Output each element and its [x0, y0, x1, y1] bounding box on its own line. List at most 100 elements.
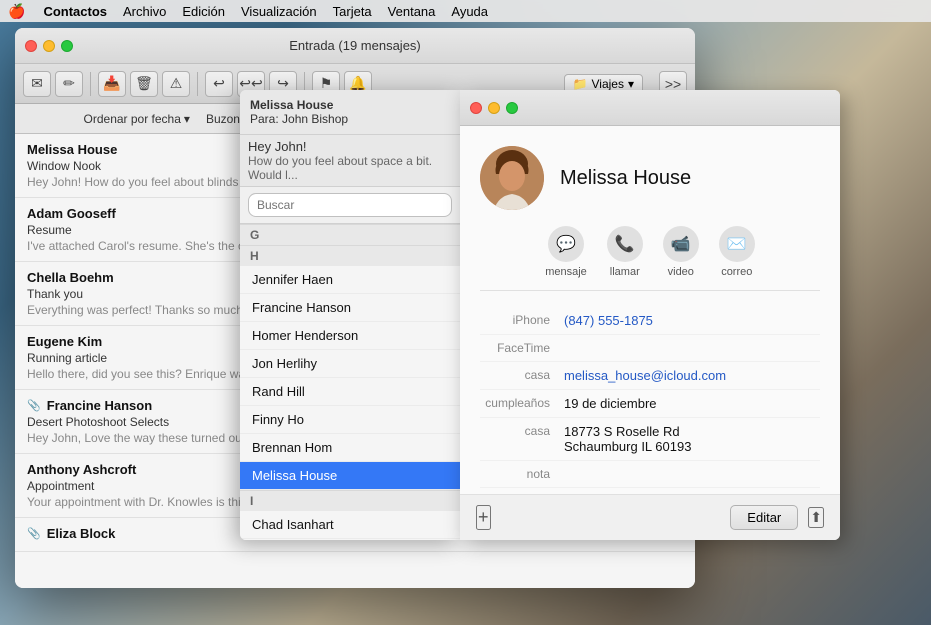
field-facetime: FaceTime [480, 335, 820, 362]
field-email: casa melissa_house@icloud.com [480, 362, 820, 390]
field-label-birthday: cumpleaños [480, 396, 560, 411]
correo-icon: ✉️ [719, 226, 755, 262]
close-button[interactable] [25, 40, 37, 52]
action-mensaje[interactable]: 💬 mensaje [545, 226, 587, 278]
field-value-email[interactable]: melissa_house@icloud.com [564, 368, 820, 383]
attachment-icon: 📎 [27, 527, 41, 540]
action-label-video: video [668, 266, 694, 278]
get-mail-button[interactable]: ✉ [23, 71, 51, 97]
mail-window-title: Entrada (19 mensajes) [289, 38, 421, 53]
card-minimize-button[interactable] [488, 102, 500, 114]
avatar [480, 146, 544, 210]
menu-archivo[interactable]: Archivo [115, 2, 174, 21]
card-maximize-button[interactable] [506, 102, 518, 114]
mail-sender: Anthony Ashcroft [27, 462, 136, 477]
contacts-list: G H Jennifer Haen Francine Hanson Homer … [240, 224, 460, 540]
action-video[interactable]: 📹 video [663, 226, 699, 278]
to-label: Para: [250, 112, 279, 126]
card-header: Melissa House [480, 146, 820, 210]
card-close-button[interactable] [470, 102, 482, 114]
field-label-email: casa [480, 368, 560, 383]
contact-finny-ho[interactable]: Finny Ho [240, 406, 460, 434]
contacts-search [240, 187, 460, 224]
section-header-h: H [240, 245, 460, 266]
card-body: Melissa House 💬 mensaje 📞 llamar 📹 video… [460, 126, 840, 494]
field-value-note [564, 467, 820, 481]
mail-titlebar: Entrada (19 mensajes) [15, 28, 695, 64]
action-label-correo: correo [721, 266, 752, 278]
compose-greeting: Hey John! [248, 139, 452, 154]
contact-card: Melissa House 💬 mensaje 📞 llamar 📹 video… [460, 90, 840, 540]
menu-edicion[interactable]: Edición [174, 2, 233, 21]
contacts-panel: Melissa House Para: John Bishop Hey John… [240, 90, 460, 540]
minimize-button[interactable] [43, 40, 55, 52]
contact-jon-herlihy[interactable]: Jon Herlihy [240, 350, 460, 378]
menubar: 🍎 Contactos Archivo Edición Visualizació… [0, 0, 931, 22]
field-address: casa 18773 S Roselle RdSchaumburg IL 601… [480, 418, 820, 461]
mail-sender: Chella Boehm [27, 270, 114, 285]
mail-sender: Melissa House [27, 142, 117, 157]
card-titlebar [460, 90, 840, 126]
sort-chevron: ▾ [184, 112, 190, 126]
junk-button[interactable]: ⚠ [162, 71, 190, 97]
sort-label: Ordenar por fecha [84, 112, 181, 126]
card-actions: 💬 mensaje 📞 llamar 📹 video ✉️ correo [480, 226, 820, 291]
toolbar-divider-2 [197, 72, 198, 96]
field-value-facetime [564, 341, 820, 355]
section-header-i: I [240, 490, 460, 511]
compose-button[interactable]: ✏ [55, 71, 83, 97]
sort-selector[interactable]: Ordenar por fecha ▾ [84, 112, 190, 126]
menu-tarjeta[interactable]: Tarjeta [325, 2, 380, 21]
contact-jennifer-haen[interactable]: Jennifer Haen [240, 266, 460, 294]
melissa-house-name: Melissa House [250, 98, 333, 112]
field-birthday: cumpleaños 19 de diciembre [480, 390, 820, 418]
window-buttons [25, 40, 73, 52]
attachment-icon: 📎 [27, 399, 41, 412]
menu-contactos[interactable]: Contactos [35, 2, 115, 21]
mail-sender: 📎 Eliza Block [27, 526, 115, 541]
menu-visualizacion[interactable]: Visualización [233, 2, 325, 21]
field-iphone: iPhone (847) 555-1875 [480, 307, 820, 335]
video-icon: 📹 [663, 226, 699, 262]
contacts-to-field: Melissa House Para: John Bishop [240, 90, 460, 135]
menu-ayuda[interactable]: Ayuda [443, 2, 496, 21]
field-value-address: 18773 S Roselle RdSchaumburg IL 60193 [564, 424, 820, 454]
share-button[interactable]: ⬆ [808, 507, 824, 528]
field-note: nota [480, 461, 820, 488]
contact-francine-hanson[interactable]: Francine Hanson [240, 294, 460, 322]
folder-icon: 📁 [573, 77, 588, 91]
section-header-g: G [240, 224, 460, 245]
mail-sender: 📎 Francine Hanson [27, 398, 152, 413]
contact-melissa-house[interactable]: Melissa House [240, 462, 460, 490]
menu-ventana[interactable]: Ventana [380, 2, 444, 21]
apple-menu[interactable]: 🍎 [8, 3, 25, 20]
reply-button[interactable]: ↩ [205, 71, 233, 97]
contact-homer-henderson[interactable]: Homer Henderson [240, 322, 460, 350]
to-value: John Bishop [282, 112, 348, 126]
llamar-icon: 📞 [607, 226, 643, 262]
toolbar-divider-1 [90, 72, 91, 96]
contacts-search-input[interactable] [248, 193, 452, 217]
compose-body: How do you feel about space a bit. Would… [248, 154, 452, 182]
field-label-note: nota [480, 467, 560, 481]
folder-label: Viajes [592, 77, 624, 91]
action-llamar[interactable]: 📞 llamar [607, 226, 643, 278]
contact-chad-isanhart[interactable]: Chad Isanhart [240, 511, 460, 539]
delete-button[interactable]: 🗑 [130, 71, 158, 97]
folder-chevron: ▾ [628, 77, 634, 91]
edit-button[interactable]: Editar [730, 505, 798, 530]
maximize-button[interactable] [61, 40, 73, 52]
add-field-button[interactable]: + [476, 505, 491, 530]
archive-button[interactable]: 📥 [98, 71, 126, 97]
contact-brennan-hom[interactable]: Brennan Hom [240, 434, 460, 462]
field-value-iphone[interactable]: (847) 555-1875 [564, 313, 820, 328]
contact-rand-hill[interactable]: Rand Hill [240, 378, 460, 406]
field-label-address: casa [480, 424, 560, 454]
compose-preview: Hey John! How do you feel about space a … [240, 135, 460, 187]
contact-ethan-izzarelli[interactable]: Ethan Izzarelli [240, 539, 460, 540]
field-label-iphone: iPhone [480, 313, 560, 328]
contact-name: Melissa House [560, 167, 691, 190]
field-label-facetime: FaceTime [480, 341, 560, 355]
action-correo[interactable]: ✉️ correo [719, 226, 755, 278]
action-label-mensaje: mensaje [545, 266, 587, 278]
